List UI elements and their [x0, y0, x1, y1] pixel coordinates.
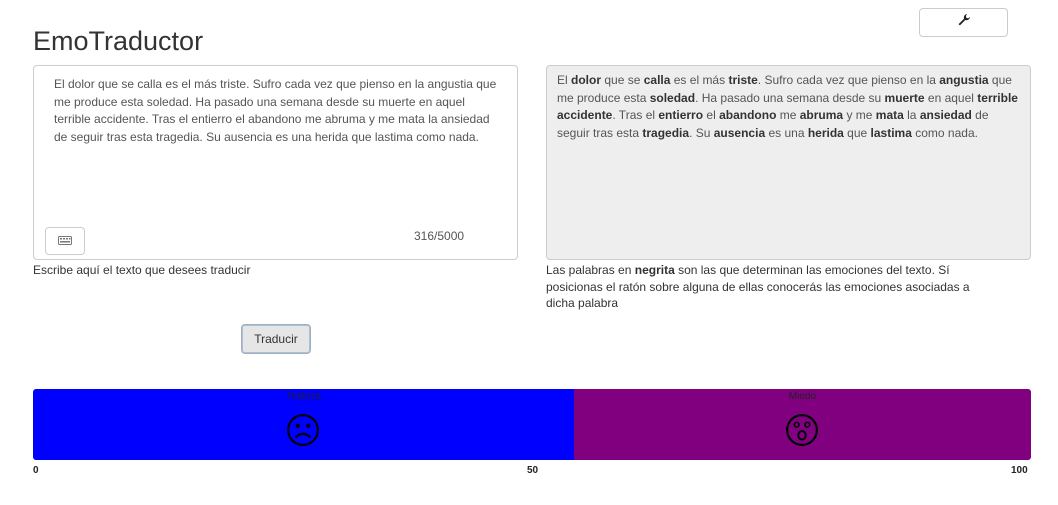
text-fragment: el [703, 108, 720, 122]
emotion-segment-miedo: Miedo [573, 389, 1031, 460]
emotion-word[interactable]: muerte [885, 91, 925, 105]
wrench-icon [957, 13, 971, 32]
keyboard-icon [58, 232, 72, 250]
source-text[interactable]: El dolor que se calla es el más triste. … [54, 76, 504, 146]
translated-text: El dolor que se calla es el más triste. … [557, 72, 1022, 142]
text-fragment: me [776, 108, 800, 122]
page-title: EmoTraductor [33, 26, 204, 56]
settings-button[interactable] [919, 8, 1008, 37]
emotion-word[interactable]: calla [644, 73, 671, 87]
emotion-word[interactable]: dolor [571, 73, 601, 87]
translate-button[interactable]: Traducir [241, 324, 311, 354]
emotion-word[interactable]: abruma [800, 108, 843, 122]
text-fragment: la [903, 108, 920, 122]
emotion-word[interactable]: soledad [650, 91, 695, 105]
character-counter: 316/5000 [414, 229, 465, 243]
text-fragment: . Tras el [612, 108, 659, 122]
emotion-segment-tristeza: Tristeza [33, 389, 574, 460]
output-help-text: Las palabras en negrita son las que dete… [546, 263, 970, 310]
fear-face-icon [785, 413, 819, 452]
source-text-area[interactable]: El dolor que se calla es el más triste. … [33, 65, 518, 260]
text-fragment: que se [601, 73, 644, 87]
emotion-word[interactable]: tragedia [642, 126, 689, 140]
emotion-word[interactable]: ausencia [714, 126, 765, 140]
text-fragment: . Su [689, 125, 714, 140]
emotion-word[interactable]: mata [876, 108, 904, 122]
emotion-bar: Tristeza Miedo [33, 389, 1031, 460]
emotion-word[interactable]: lastima [871, 126, 912, 140]
emotion-word[interactable]: ansiedad [920, 108, 972, 122]
text-fragment: en aquel [924, 90, 978, 105]
emotion-word[interactable]: angustia [939, 73, 988, 87]
virtual-keyboard-button[interactable] [45, 227, 85, 255]
input-help-text: Escribe aquí el texto que desees traduci… [33, 263, 251, 277]
sad-face-icon [286, 413, 320, 452]
text-fragment: y me [843, 108, 876, 122]
scale-max-label: 100 [1011, 465, 1028, 476]
text-fragment: que [843, 125, 871, 140]
emotion-word[interactable]: herida [808, 126, 844, 140]
emotion-word[interactable]: triste [728, 73, 757, 87]
text-fragment: es el más [670, 73, 729, 87]
text-fragment: El [557, 73, 572, 87]
emotion-word[interactable]: abandono [719, 108, 776, 122]
scale-mid-label: 50 [527, 465, 539, 476]
emotion-label: Tristeza [285, 391, 322, 402]
emotion-label: Miedo [788, 391, 817, 402]
translated-text-area: El dolor que se calla es el más triste. … [546, 65, 1031, 260]
scale-min-label: 0 [33, 465, 39, 476]
text-fragment: . Sufro cada vez que pienso en la [757, 73, 940, 87]
text-fragment: es una [765, 125, 808, 140]
text-fragment: . Ha pasado una semana desde su [695, 90, 885, 105]
text-fragment: como nada. [911, 125, 978, 140]
emotion-word[interactable]: entierro [658, 108, 703, 122]
